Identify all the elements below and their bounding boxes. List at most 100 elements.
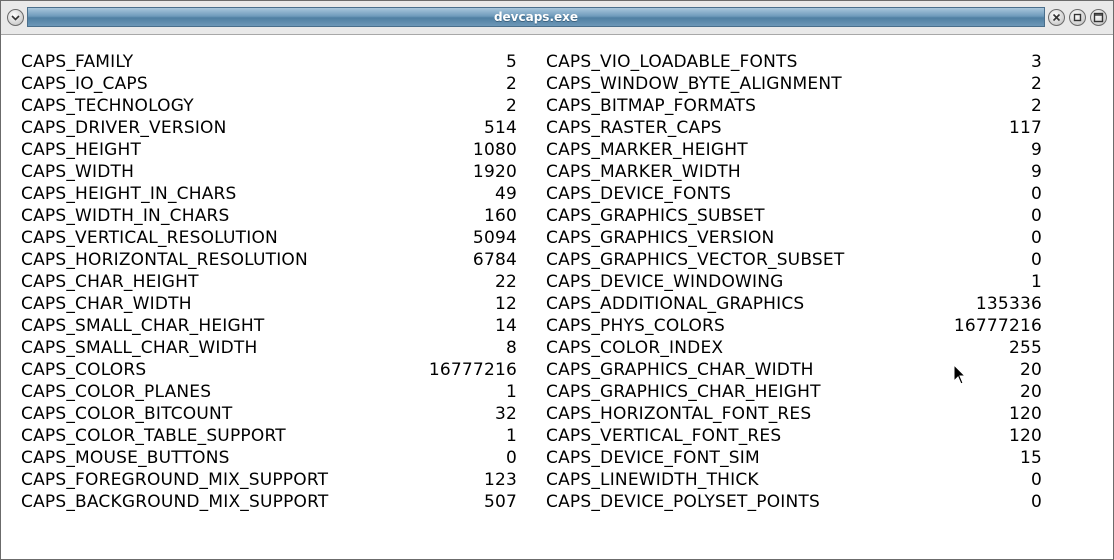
caps-value: 2 <box>1030 74 1042 94</box>
caps-row: CAPS_COLOR_BITCOUNT 32 <box>21 403 517 425</box>
caps-value: 160 <box>483 206 517 226</box>
caps-row: CAPS_GRAPHICS_SUBSET 0 <box>546 205 1042 227</box>
close-icon <box>1052 13 1061 22</box>
caps-name: CAPS_MOUSE_BUTTONS <box>21 448 230 468</box>
caps-name: CAPS_BITMAP_FORMATS <box>546 96 757 116</box>
close-button[interactable] <box>1048 9 1065 26</box>
caps-value: 120 <box>1008 426 1042 446</box>
minimize-button[interactable] <box>1069 9 1086 26</box>
caps-row: CAPS_WIDTH 1920 <box>21 161 517 183</box>
caps-row: CAPS_DEVICE_FONTS 0 <box>546 183 1042 205</box>
caps-name: CAPS_TECHNOLOGY <box>21 96 194 116</box>
caps-name: CAPS_HORIZONTAL_FONT_RES <box>546 404 812 424</box>
caps-name: CAPS_COLOR_INDEX <box>546 338 724 358</box>
caps-row: CAPS_WIDTH_IN_CHARS 160 <box>21 205 517 227</box>
caps-value: 1080 <box>472 140 517 160</box>
maximize-icon <box>1093 12 1104 23</box>
caps-name: CAPS_WINDOW_BYTE_ALIGNMENT <box>546 74 842 94</box>
caps-value: 0 <box>1030 206 1042 226</box>
caps-value: 1 <box>1030 272 1042 292</box>
caps-name: CAPS_DRIVER_VERSION <box>21 118 227 138</box>
caps-value: 507 <box>483 492 517 512</box>
window-menu-button[interactable] <box>7 9 24 26</box>
caps-row: CAPS_GRAPHICS_CHAR_HEIGHT 20 <box>546 381 1042 403</box>
caps-row: CAPS_COLOR_INDEX 255 <box>546 337 1042 359</box>
caps-row: CAPS_DEVICE_WINDOWING 1 <box>546 271 1042 293</box>
caps-row: CAPS_MARKER_HEIGHT 9 <box>546 139 1042 161</box>
caps-value: 14 <box>494 316 517 336</box>
caps-display: CAPS_FAMILY 5 CAPS_IO_CAPS 2 CAPS_TECHNOLOGY… <box>1 35 1113 559</box>
caps-value: 9 <box>1030 140 1042 160</box>
caps-column-right: CAPS_VIO_LOADABLE_FONTS 3 CAPS_WINDOW_BYTE… <box>546 51 1042 513</box>
caps-value: 514 <box>483 118 517 138</box>
caps-name: CAPS_SMALL_CHAR_HEIGHT <box>21 316 265 336</box>
caps-name: CAPS_SMALL_CHAR_WIDTH <box>21 338 258 358</box>
caps-name: CAPS_FOREGROUND_MIX_SUPPORT <box>21 470 329 490</box>
caps-name: CAPS_LINEWIDTH_THICK <box>546 470 759 490</box>
caps-value: 16777216 <box>953 316 1042 336</box>
caps-value: 9 <box>1030 162 1042 182</box>
caps-value: 20 <box>1019 360 1042 380</box>
title-strip[interactable]: devcaps.exe <box>27 7 1045 27</box>
caps-row: CAPS_FAMILY 5 <box>21 51 517 73</box>
caps-value: 135336 <box>975 294 1042 314</box>
caps-name: CAPS_PHYS_COLORS <box>546 316 726 336</box>
caps-row: CAPS_GRAPHICS_CHAR_WIDTH 20 <box>546 359 1042 381</box>
caps-row: CAPS_HORIZONTAL_FONT_RES 120 <box>546 403 1042 425</box>
caps-name: CAPS_DEVICE_WINDOWING <box>546 272 784 292</box>
caps-row: CAPS_CHAR_HEIGHT 22 <box>21 271 517 293</box>
app-window: devcaps.exe CAPS_FAMILY 5 CAPS_IO_CAPS 2 CAP… <box>0 0 1114 560</box>
caps-row: CAPS_LINEWIDTH_THICK 0 <box>546 469 1042 491</box>
title-bar[interactable]: devcaps.exe <box>1 1 1113 35</box>
caps-name: CAPS_WIDTH <box>21 162 135 182</box>
caps-value: 117 <box>1008 118 1042 138</box>
caps-name: CAPS_ADDITIONAL_GRAPHICS <box>546 294 805 314</box>
caps-value: 20 <box>1019 382 1042 402</box>
caps-name: CAPS_DEVICE_POLYSET_POINTS <box>546 492 821 512</box>
caps-name: CAPS_WIDTH_IN_CHARS <box>21 206 230 226</box>
caps-value: 0 <box>1030 470 1042 490</box>
caps-row: CAPS_RASTER_CAPS 117 <box>546 117 1042 139</box>
caps-name: CAPS_HEIGHT_IN_CHARS <box>21 184 237 204</box>
caps-row: CAPS_COLORS 16777216 <box>21 359 517 381</box>
caps-name: CAPS_DEVICE_FONT_SIM <box>546 448 760 468</box>
caps-row: CAPS_VERTICAL_RESOLUTION 5094 <box>21 227 517 249</box>
caps-name: CAPS_FAMILY <box>21 52 134 72</box>
caps-name: CAPS_CHAR_WIDTH <box>21 294 192 314</box>
caps-row: CAPS_DEVICE_POLYSET_POINTS 0 <box>546 491 1042 513</box>
caps-row: CAPS_GRAPHICS_VERSION 0 <box>546 227 1042 249</box>
caps-name: CAPS_GRAPHICS_SUBSET <box>546 206 765 226</box>
caps-value: 0 <box>505 448 517 468</box>
caps-value: 1920 <box>472 162 517 182</box>
caps-value: 120 <box>1008 404 1042 424</box>
caps-value: 6784 <box>472 250 517 270</box>
caps-value: 2 <box>505 74 517 94</box>
caps-row: CAPS_FOREGROUND_MIX_SUPPORT 123 <box>21 469 517 491</box>
caps-row: CAPS_COLOR_TABLE_SUPPORT 1 <box>21 425 517 447</box>
caps-value: 8 <box>505 338 517 358</box>
caps-row: CAPS_ADDITIONAL_GRAPHICS 135336 <box>546 293 1042 315</box>
caps-value: 0 <box>1030 184 1042 204</box>
caps-row: CAPS_DEVICE_FONT_SIM 15 <box>546 447 1042 469</box>
caps-value: 22 <box>494 272 517 292</box>
caps-name: CAPS_COLOR_TABLE_SUPPORT <box>21 426 286 446</box>
caps-value: 123 <box>483 470 517 490</box>
caps-name: CAPS_MARKER_WIDTH <box>546 162 741 182</box>
maximize-button[interactable] <box>1090 9 1107 26</box>
caps-row: CAPS_WINDOW_BYTE_ALIGNMENT 2 <box>546 73 1042 95</box>
caps-row: CAPS_HEIGHT 1080 <box>21 139 517 161</box>
caps-row: CAPS_TECHNOLOGY 2 <box>21 95 517 117</box>
mouse-pointer-icon <box>953 364 967 385</box>
caps-value: 2 <box>505 96 517 116</box>
minimize-icon <box>1073 13 1082 22</box>
caps-name: CAPS_GRAPHICS_CHAR_WIDTH <box>546 360 814 380</box>
caps-value: 49 <box>494 184 517 204</box>
caps-name: CAPS_MARKER_HEIGHT <box>546 140 748 160</box>
caps-row: CAPS_GRAPHICS_VECTOR_SUBSET 0 <box>546 249 1042 271</box>
caps-name: CAPS_COLORS <box>21 360 147 380</box>
caps-row: CAPS_DRIVER_VERSION 514 <box>21 117 517 139</box>
caps-row: CAPS_SMALL_CHAR_WIDTH 8 <box>21 337 517 359</box>
caps-name: CAPS_VIO_LOADABLE_FONTS <box>546 52 798 72</box>
caps-value: 5094 <box>472 228 517 248</box>
caps-value: 32 <box>494 404 517 424</box>
